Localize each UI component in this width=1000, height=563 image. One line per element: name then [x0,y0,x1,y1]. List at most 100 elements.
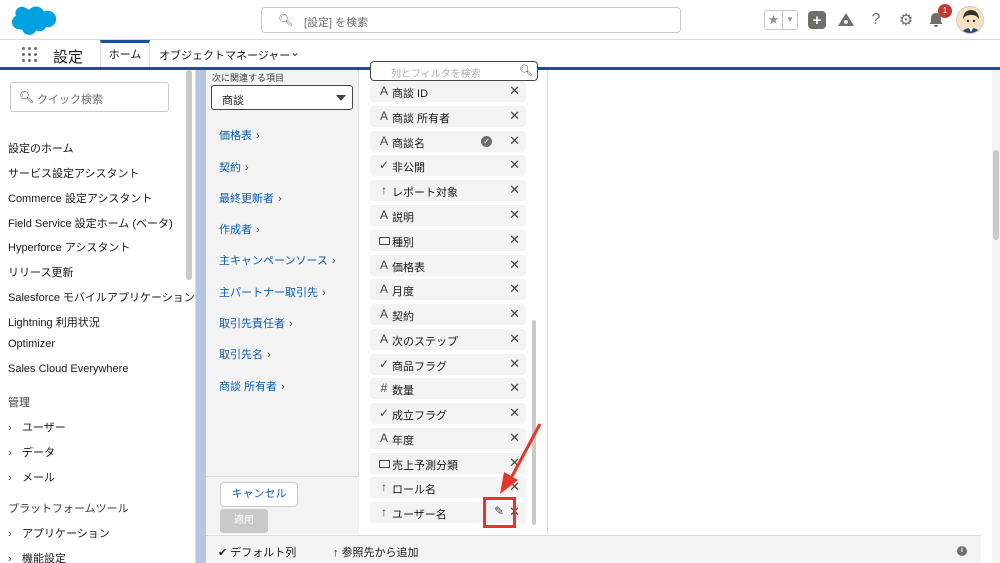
sidebar-item-release-updates[interactable]: リリース更新 [8,264,73,280]
close-icon[interactable]: ✕ [509,157,520,173]
close-icon[interactable]: ✕ [509,108,520,124]
avatar[interactable] [956,6,984,34]
related-link-pricebook[interactable]: 価格表 › [219,127,260,143]
sidebar-item-service-setup[interactable]: サービス設定アシスタント [8,165,140,181]
related-object-select[interactable]: 商談 [211,85,353,110]
close-icon[interactable]: ✕ [509,356,520,372]
sidebar-item-sales-cloud-everywhere[interactable]: Sales Cloud Everywhere [8,363,128,375]
field-pill[interactable]: ✓ 商品フラグ ✕ [370,354,526,375]
sidebar-item-label: ユーザー [22,422,66,434]
close-icon[interactable]: ✕ [509,257,520,273]
related-link-account-name[interactable]: 取引先名 › [219,346,271,362]
add-from-reference-button[interactable]: ↑ 参照先から追加 [333,544,419,560]
field-pill[interactable]: ✓ 非公開 ✕ [370,155,526,176]
close-icon[interactable]: ✕ [509,306,520,322]
close-icon[interactable]: ✕ [509,182,520,198]
close-icon[interactable]: ✕ [509,331,520,347]
select-value: 商談 [222,95,244,107]
field-search-placeholder: 列とフィルタを検索 [391,69,481,80]
sidebar-item-label: データ [22,447,55,459]
global-search[interactable]: 🔍︎ [設定] を検索 [261,7,681,33]
sidebar-scrollbar[interactable] [186,70,192,280]
add-icon[interactable]: + [808,11,826,29]
field-pill[interactable]: ↑ レポート対象 ✕ [370,180,526,201]
field-search-input[interactable]: 列とフィルタを検索 🔍︎ [370,61,538,81]
sidebar-item-lightning-usage[interactable]: Lightning 利用状況 [8,314,100,330]
text-icon: A [379,84,388,98]
help-icon[interactable]: ? [866,10,886,30]
chevron-down-icon[interactable]: ⌄ [290,45,300,59]
field-pill[interactable]: A 商談名 ✓ ✕ [370,131,526,152]
chevron-right-icon: › [331,255,336,267]
salesforce-cloud-icon[interactable] [10,6,56,36]
checkmark-icon: ✓ [378,357,390,371]
text-icon: A [379,431,388,445]
bell-icon[interactable]: 1 [926,4,952,30]
sidebar-item-hyperforce[interactable]: Hyperforce アシスタント [8,239,130,255]
field-pill[interactable]: # 数量 ✕ [370,378,526,399]
field-pill[interactable]: A 説明 ✕ [370,205,526,226]
related-link-opportunity-owner[interactable]: 商談 所有者 › [219,378,285,394]
star-icon[interactable]: ★ [765,11,783,29]
close-icon[interactable]: ✕ [509,281,520,297]
quick-find-placeholder: クイック検索 [37,94,103,106]
sidebar-item-field-service[interactable]: Field Service 設定ホーム (ベータ) [8,215,173,231]
field-pill[interactable]: A 商談 ID ✕ [370,81,526,102]
close-icon[interactable]: ✕ [509,405,520,421]
sidebar-item-feature-settings[interactable]: › 機能設定 [8,550,66,563]
close-icon[interactable]: ✕ [509,83,520,99]
close-icon[interactable]: ✕ [509,207,520,223]
sidebar-item-commerce-setup[interactable]: Commerce 設定アシスタント [8,190,152,206]
cancel-button[interactable]: キャンセル [220,482,298,507]
sidebar-item-label: 機能設定 [22,553,66,563]
related-link-last-modified-by[interactable]: 最終更新者 › [219,190,282,206]
field-pill[interactable]: A 月度 ✕ [370,279,526,300]
apply-button[interactable]: 適用 [220,509,268,533]
sidebar-item-mobile-app[interactable]: Salesforce モバイルアプリケーション [8,289,195,305]
checkmark-icon: ✓ [481,136,492,147]
field-pill[interactable]: A 価格表 ✕ [370,255,526,276]
tab-object-manager[interactable]: オブジェクトマネージャー [159,47,290,63]
text-icon: A [379,332,388,346]
field-pill[interactable]: A 次のステップ ✕ [370,329,526,350]
sidebar-item-setup-home[interactable]: 設定のホーム [8,140,74,156]
related-link-primary-partner[interactable]: 主パートナー取引先 › [219,284,326,300]
search-icon: 🔍︎ [519,65,533,77]
close-icon[interactable]: ✕ [509,380,520,396]
chevron-right-icon: › [8,528,12,540]
related-link-primary-campaign[interactable]: 主キャンペーンソース › [219,252,336,268]
checkmark-icon: ✓ [378,158,390,172]
trailhead-icon[interactable] [836,10,856,30]
global-header: 🔍︎ [設定] を検索 ★ ▼ + ? ⚙ 1 [0,0,1000,40]
sidebar-item-data[interactable]: › データ [8,444,55,460]
sidebar-item-optimizer[interactable]: Optimizer [8,338,55,350]
quick-find-input[interactable]: 🔍︎ クイック検索 [10,82,169,112]
related-link-created-by[interactable]: 作成者 › [219,221,260,237]
sidebar-item-email[interactable]: › メール [8,469,55,485]
info-icon[interactable]: i [957,546,967,556]
chevron-down-icon[interactable]: ▼ [783,11,797,29]
related-link-contact[interactable]: 取引先責任者 › [219,315,293,331]
setup-sidebar: 🔍︎ クイック検索 設定のホーム サービス設定アシスタント Commerce 設… [0,70,196,563]
field-label: レポート対象 [392,187,458,199]
app-launcher-icon[interactable] [22,47,38,63]
sidebar-item-users[interactable]: › ユーザー [8,419,66,435]
pencil-icon[interactable]: ✎ [494,504,504,518]
field-label: 数量 [392,385,414,397]
chevron-right-icon: › [289,318,293,330]
chevron-right-icon: › [267,349,271,361]
page-scrollbar[interactable] [992,70,1000,563]
sidebar-item-apps[interactable]: › アプリケーション [8,525,110,541]
close-icon[interactable]: ✕ [509,232,520,248]
chevron-right-icon: › [8,472,12,484]
tab-home[interactable]: ホーム [100,40,150,67]
close-icon[interactable]: ✕ [509,133,520,149]
favorites-group[interactable]: ★ ▼ [764,10,798,30]
field-pill[interactable]: A 商談 所有者 ✕ [370,106,526,127]
header-actions: ★ ▼ + ? ⚙ 1 [764,4,984,34]
field-pill[interactable]: A 契約 ✕ [370,304,526,325]
default-columns-toggle[interactable]: ✔︎ デフォルト列 [218,544,296,560]
related-link-contract[interactable]: 契約 › [219,159,249,175]
gear-icon[interactable]: ⚙ [896,10,916,30]
field-pill[interactable]: 種別 ✕ [370,230,526,251]
